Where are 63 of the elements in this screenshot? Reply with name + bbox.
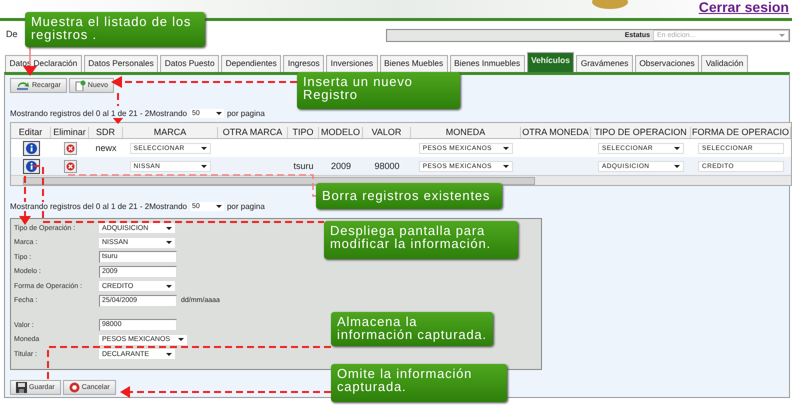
caret-icon	[503, 146, 510, 150]
column-header: TIPO DE OPERACION	[594, 127, 687, 137]
caret-icon	[216, 112, 222, 115]
column-header: OTRA MONEDA	[522, 127, 589, 137]
emblem-icon	[590, 0, 630, 10]
callout-note: Inserta un nuevo Registro	[297, 72, 460, 109]
caret-icon	[201, 146, 208, 150]
callout-note: Muestra el listado de los registros .	[25, 12, 205, 47]
callout-note: Despliega pantalla para modificar la información.	[324, 221, 518, 259]
column-header: VALOR	[372, 127, 402, 137]
tab[interactable]: Vehículos	[526, 52, 574, 72]
tab[interactable]: Gravámenes	[576, 55, 633, 72]
tab[interactable]: Bienes Muebles	[380, 55, 448, 72]
delete-button[interactable]	[64, 142, 76, 154]
delete-button[interactable]	[64, 160, 76, 172]
caret-icon	[166, 241, 172, 244]
table-cell: newx	[95, 143, 116, 153]
table-cell: tsuru	[293, 161, 314, 171]
caret-icon	[503, 164, 510, 168]
callout-note: Borra registros existentes	[316, 183, 502, 209]
caret-icon	[779, 34, 785, 37]
horizontal-scrollbar[interactable]	[11, 175, 791, 185]
tab[interactable]: Validación	[701, 55, 748, 72]
paging-text: Mostrando registros del 0 al 1 de 21 - 2Mostrando	[10, 109, 187, 118]
column-header: MONEDA	[446, 127, 486, 137]
caret-icon	[216, 205, 222, 208]
caret-icon	[201, 164, 208, 168]
paging-text: Mostrando registros del 0 al 1 de 21 - 2Mostrando	[10, 202, 187, 211]
caret-icon	[166, 352, 172, 356]
info-button[interactable]	[22, 140, 40, 156]
new-document-icon	[74, 80, 86, 91]
caret-icon	[166, 284, 172, 288]
caret-icon	[178, 338, 184, 342]
column-header: SDR	[96, 127, 115, 137]
tab[interactable]: Datos Personales	[84, 55, 158, 72]
tab[interactable]: Datos Puesto	[160, 55, 220, 72]
column-header: OTRA MARCA	[222, 127, 282, 137]
caret-icon	[166, 226, 172, 230]
column-header: Editar	[18, 127, 42, 137]
leader-arrow	[112, 93, 124, 124]
declaration-title: De	[6, 29, 18, 39]
table-cell: 2009	[330, 161, 352, 171]
column-header: Eliminar	[53, 127, 86, 137]
column-header: FORMA DE OPERACIO	[692, 127, 789, 137]
tab[interactable]: Observaciones	[634, 55, 700, 72]
tab[interactable]: Bienes Inmuebles	[450, 55, 525, 72]
caret-icon	[674, 164, 680, 168]
caret-icon	[674, 146, 680, 150]
column-header: MARCA	[154, 127, 186, 137]
tab[interactable]: Dependientes	[221, 55, 282, 72]
tab[interactable]: Ingresos	[283, 55, 324, 72]
callout-note: Omite la información capturada.	[331, 364, 507, 402]
column-header: TIPO	[292, 127, 314, 137]
paging-suffix: por pagina	[226, 109, 265, 118]
lifebuoy-icon	[68, 382, 80, 393]
refresh-icon	[16, 80, 30, 90]
tab[interactable]: Inversiones	[326, 55, 378, 72]
table-cell: 98000	[374, 161, 400, 171]
info-button[interactable]	[22, 158, 40, 174]
paging-suffix: por pagina	[226, 202, 265, 211]
callout-note: Almacena la información capturada.	[331, 312, 493, 346]
column-header: MODELO	[320, 127, 360, 137]
logout-link[interactable]: Cerrar sesion	[698, 0, 789, 15]
